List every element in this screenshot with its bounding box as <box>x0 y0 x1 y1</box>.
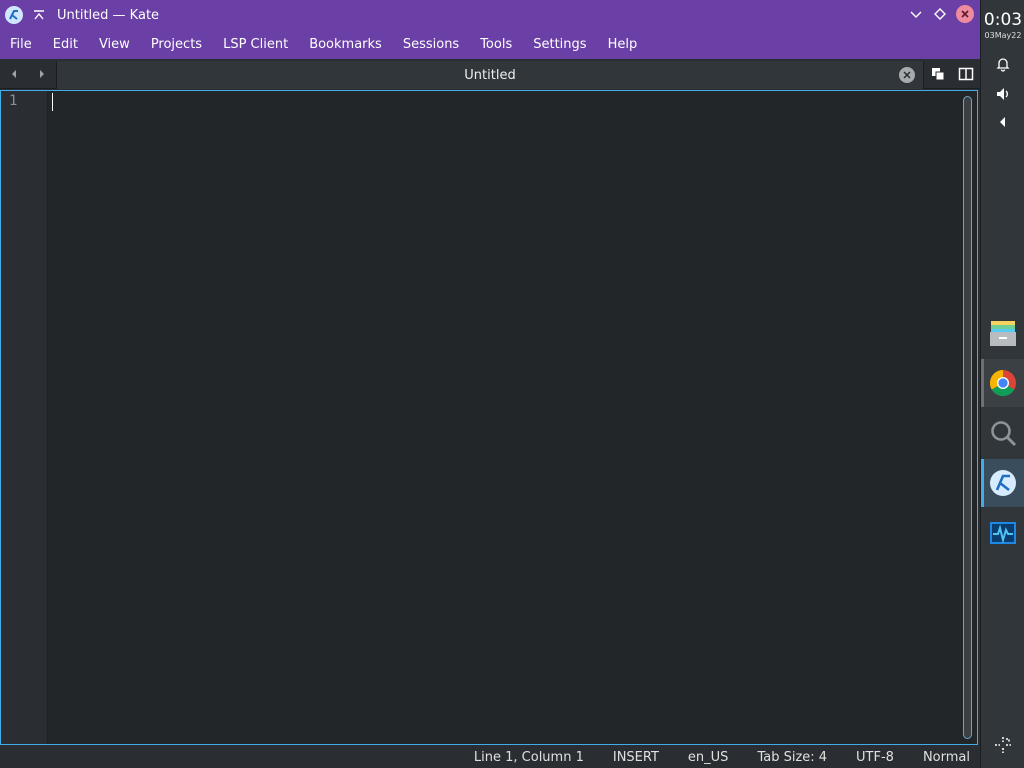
tab-forward-button[interactable] <box>34 66 50 82</box>
dictionary[interactable]: en_US <box>688 750 729 765</box>
bell-icon[interactable] <box>993 55 1013 73</box>
menu-bar: File Edit View Projects LSP Client Bookm… <box>0 30 980 59</box>
task-chrome[interactable] <box>981 359 1024 407</box>
line-number: 1 <box>9 93 18 109</box>
split-view-icon <box>958 67 974 81</box>
task-kate[interactable] <box>981 459 1024 507</box>
editor-view[interactable]: 1 <box>0 90 978 745</box>
tab-size[interactable]: Tab Size: 4 <box>757 750 827 765</box>
maximize-button[interactable] <box>932 6 948 22</box>
task-system-monitor[interactable] <box>981 509 1024 557</box>
search-icon <box>991 421 1017 447</box>
close-icon <box>961 10 969 18</box>
close-icon <box>903 71 911 79</box>
chevron-down-icon <box>910 11 922 18</box>
diamond-icon <box>934 8 946 20</box>
line-number-gutter: 1 <box>1 91 48 744</box>
close-button[interactable] <box>956 5 974 23</box>
minimize-button[interactable] <box>908 6 924 22</box>
documents-switcher-button[interactable] <box>929 66 947 82</box>
split-view-button[interactable] <box>957 66 975 82</box>
kate-window: Untitled — Kate File Edit View Projects … <box>0 0 980 768</box>
tab-close-button[interactable] <box>899 67 915 83</box>
vertical-scrollbar[interactable] <box>958 91 977 744</box>
scrollbar-thumb[interactable] <box>963 96 972 739</box>
move-panel-icon[interactable] <box>993 736 1013 754</box>
chrome-icon <box>989 369 1016 397</box>
arrow-right-icon <box>40 70 44 78</box>
speaker-icon[interactable] <box>993 85 1013 103</box>
menu-view[interactable]: View <box>91 30 138 59</box>
window-title: Untitled — Kate <box>57 7 160 23</box>
title-bar[interactable]: Untitled — Kate <box>0 0 980 30</box>
menu-projects[interactable]: Projects <box>143 30 210 59</box>
system-monitor-icon <box>990 522 1016 544</box>
tab-bar: Untitled <box>0 59 980 89</box>
desktop-panel: 0:03 03May22 <box>980 0 1024 768</box>
task-file-manager[interactable] <box>981 309 1024 357</box>
menu-help[interactable]: Help <box>600 30 646 59</box>
tab-back-button[interactable] <box>6 66 22 82</box>
task-search[interactable] <box>981 409 1024 457</box>
menu-sessions[interactable]: Sessions <box>395 30 467 59</box>
kate-icon <box>990 470 1016 496</box>
tab-label: Untitled <box>464 67 516 83</box>
kate-icon[interactable] <box>5 6 23 24</box>
menu-edit[interactable]: Edit <box>45 30 86 59</box>
clock-date[interactable]: 03May22 <box>981 31 1024 40</box>
arrow-left-icon <box>12 70 16 78</box>
input-mode[interactable]: INSERT <box>613 750 659 765</box>
menu-tools[interactable]: Tools <box>472 30 520 59</box>
syntax-mode[interactable]: Normal <box>923 750 970 765</box>
text-cursor <box>52 93 53 111</box>
file-manager-icon <box>990 321 1016 346</box>
menu-lsp-client[interactable]: LSP Client <box>215 30 296 59</box>
clock-time[interactable]: 0:03 <box>981 10 1024 30</box>
keep-above-icon[interactable] <box>31 7 47 23</box>
tab-untitled[interactable]: Untitled <box>56 61 924 89</box>
cursor-position[interactable]: Line 1, Column 1 <box>474 750 584 765</box>
menu-bookmarks[interactable]: Bookmarks <box>301 30 390 59</box>
menu-file[interactable]: File <box>2 30 40 59</box>
menu-settings[interactable]: Settings <box>525 30 594 59</box>
text-area[interactable] <box>49 91 957 744</box>
documents-icon <box>932 68 945 81</box>
encoding[interactable]: UTF-8 <box>856 750 894 765</box>
status-bar: Line 1, Column 1 INSERT en_US Tab Size: … <box>0 746 980 768</box>
expand-arrow-icon[interactable] <box>993 113 1013 131</box>
